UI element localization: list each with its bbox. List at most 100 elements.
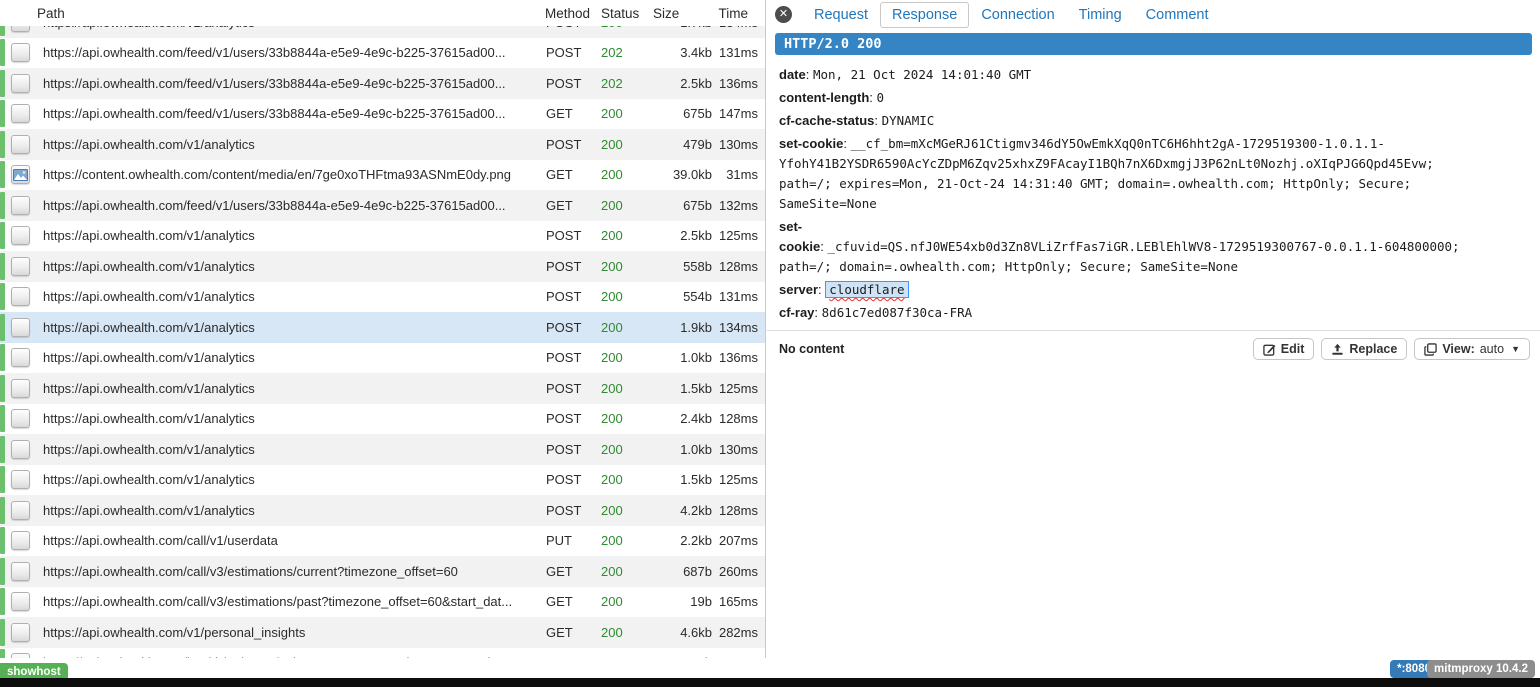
flow-row[interactable]: https://api.owhealth.com/call/v1/userdat…: [0, 526, 765, 557]
document-icon: [11, 43, 30, 62]
flow-size: 554b: [653, 289, 712, 304]
column-header-time[interactable]: Time: [712, 6, 758, 21]
row-marker-green: [0, 619, 5, 646]
column-header-status[interactable]: Status: [601, 6, 653, 21]
document-icon: [11, 74, 30, 93]
flow-path: https://content.owhealth.com/content/med…: [37, 167, 545, 182]
replace-button[interactable]: Replace: [1321, 338, 1407, 360]
document-icon: [11, 440, 30, 459]
flow-row[interactable]: https://api.owhealth.com/feed/v1/users/3…: [0, 99, 765, 130]
tab-request[interactable]: Request: [802, 2, 880, 28]
flow-time: 132ms: [712, 198, 758, 213]
flow-method: POST: [545, 45, 601, 60]
header-value[interactable]: DYNAMIC: [882, 113, 935, 128]
flow-method: POST: [545, 228, 601, 243]
flow-status: 200: [601, 320, 653, 335]
flow-row[interactable]: https://api.owhealth.com/v1/analyticsPOS…: [0, 495, 765, 526]
document-icon: [11, 257, 30, 276]
flow-size: 675b: [653, 198, 712, 213]
flow-row[interactable]: https://api.owhealth.com/v1/analyticsPOS…: [0, 26, 765, 38]
flow-row[interactable]: https://api.owhealth.com/call/v3/estimat…: [0, 587, 765, 618]
row-marker-green: [0, 192, 5, 219]
flow-row[interactable]: https://api.owhealth.com/v1/analyticsPOS…: [0, 465, 765, 496]
header-name: date: [779, 67, 806, 82]
tab-response[interactable]: Response: [880, 2, 969, 28]
tab-timing[interactable]: Timing: [1067, 2, 1134, 28]
flow-method: POST: [545, 320, 601, 335]
document-icon: [11, 531, 30, 550]
flow-time: 130ms: [712, 137, 758, 152]
flow-method: GET: [545, 594, 601, 609]
flow-row[interactable]: https://api.owhealth.com/v1/analyticsPOS…: [0, 282, 765, 313]
flow-size: 1.5kb: [653, 381, 712, 396]
flow-row[interactable]: https://api.owhealth.com/v1/analyticsPOS…: [0, 404, 765, 435]
flow-row[interactable]: https://api.owhealth.com/v1/analyticsPOS…: [0, 373, 765, 404]
flow-row[interactable]: https://content.owhealth.com/content/med…: [0, 160, 765, 191]
flow-row[interactable]: https://api.owhealth.com/health/v1/users…: [0, 648, 765, 659]
flow-row[interactable]: https://api.owhealth.com/feed/v1/users/3…: [0, 38, 765, 69]
flow-status: 200: [601, 381, 653, 396]
flow-path: https://api.owhealth.com/feed/v1/users/3…: [37, 76, 545, 91]
flow-status: 200: [601, 594, 653, 609]
flow-status: 200: [601, 442, 653, 457]
column-header-path[interactable]: Path: [37, 6, 545, 21]
close-icon[interactable]: ✕: [775, 6, 792, 23]
header-value[interactable]: Mon, 21 Oct 2024 14:01:40 GMT: [813, 67, 1031, 82]
tab-comment[interactable]: Comment: [1134, 2, 1221, 28]
flow-time: 131ms: [712, 289, 758, 304]
document-icon: [11, 409, 30, 428]
header-name: set-cookie: [779, 136, 843, 151]
view-mode-value: auto: [1480, 342, 1504, 356]
document-icon: [11, 623, 30, 642]
content-buttons: Edit Replace View: auto ▼: [1253, 338, 1530, 360]
flow-status: 200: [601, 228, 653, 243]
flow-time: 130ms: [712, 442, 758, 457]
tabs-holder: RequestResponseConnectionTimingComment: [802, 2, 1221, 28]
flow-row[interactable]: https://api.owhealth.com/v1/analyticsPOS…: [0, 251, 765, 282]
document-icon: [11, 104, 30, 123]
pencil-icon: [1263, 343, 1276, 356]
flow-path: https://api.owhealth.com/feed/v1/users/3…: [37, 106, 545, 121]
header-value[interactable]: _cfuvid=QS.nfJ0WE54xb0d3Zn8VLiZrfFas7iGR…: [779, 239, 1460, 274]
flow-status: 200: [601, 503, 653, 518]
flow-row[interactable]: https://api.owhealth.com/feed/v1/users/3…: [0, 190, 765, 221]
flow-row[interactable]: https://api.owhealth.com/v1/personal_ins…: [0, 617, 765, 648]
flow-status: 200: [601, 533, 653, 548]
column-header-size[interactable]: Size: [653, 6, 712, 21]
header-value[interactable]: 0: [877, 90, 885, 105]
response-status-line: HTTP/2.0 200: [775, 33, 1532, 55]
flow-row[interactable]: https://api.owhealth.com/v1/analyticsPOS…: [0, 434, 765, 465]
flow-status: 202: [601, 76, 653, 91]
flow-row[interactable]: https://api.owhealth.com/v1/analyticsPOS…: [0, 129, 765, 160]
flow-row[interactable]: https://api.owhealth.com/feed/v1/users/3…: [0, 68, 765, 99]
flow-time: 134ms: [712, 26, 758, 30]
flow-method: POST: [545, 442, 601, 457]
flow-path: https://api.owhealth.com/feed/v1/users/3…: [37, 198, 545, 213]
header-value-editor[interactable]: cloudflare: [825, 281, 908, 298]
flow-row[interactable]: https://api.owhealth.com/v1/analyticsPOS…: [0, 312, 765, 343]
flow-row[interactable]: https://api.owhealth.com/call/v3/estimat…: [0, 556, 765, 587]
row-marker-green: [0, 436, 5, 463]
view-mode-button[interactable]: View: auto ▼: [1414, 338, 1530, 360]
header-value[interactable]: 8d61c7ed087f30ca-FRA: [822, 305, 973, 320]
tab-connection[interactable]: Connection: [969, 2, 1066, 28]
row-marker-green: [0, 314, 5, 341]
column-header-method[interactable]: Method: [545, 6, 601, 21]
flow-method: POST: [545, 289, 601, 304]
response-header-line: date: Mon, 21 Oct 2024 14:01:40 GMT: [779, 65, 1526, 85]
row-marker-green: [0, 405, 5, 432]
flow-method: POST: [545, 472, 601, 487]
flow-size: 19b: [653, 594, 712, 609]
flow-status: 200: [601, 26, 653, 30]
header-value[interactable]: __cf_bm=mXcMGeRJ61Ctigmv346dY5OwEmkXqQ0n…: [779, 136, 1434, 211]
edit-button[interactable]: Edit: [1253, 338, 1315, 360]
flow-row[interactable]: https://api.owhealth.com/v1/analyticsPOS…: [0, 343, 765, 374]
row-marker-green: [0, 497, 5, 524]
flow-path: https://api.owhealth.com/v1/analytics: [37, 137, 545, 152]
flow-time: 125ms: [712, 472, 758, 487]
flow-path: https://api.owhealth.com/v1/analytics: [37, 472, 545, 487]
flow-row[interactable]: https://api.owhealth.com/v1/analyticsPOS…: [0, 221, 765, 252]
flow-path: https://api.owhealth.com/v1/analytics: [37, 411, 545, 426]
document-icon: [11, 26, 30, 32]
flow-time: 31ms: [712, 167, 758, 182]
